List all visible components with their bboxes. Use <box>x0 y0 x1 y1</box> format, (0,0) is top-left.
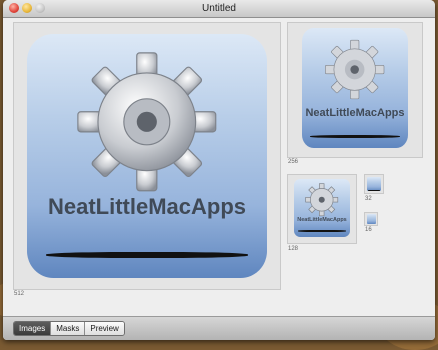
size-label-32: 32 <box>365 196 372 202</box>
tab-preview[interactable]: Preview <box>85 322 123 335</box>
app-window: Untitled <box>3 0 435 340</box>
drive-slot <box>298 230 345 231</box>
bottom-toolbar: Images Masks Preview <box>3 316 435 340</box>
drive-icon-512: NeatLittleMacApps <box>14 23 280 289</box>
drive-slot <box>310 135 400 138</box>
gear-icon <box>324 39 385 100</box>
title-bar[interactable]: Untitled <box>3 0 435 18</box>
gear-icon <box>75 50 219 194</box>
drive-icon-16 <box>366 214 376 224</box>
brand-label: NeatLittleMacApps <box>291 217 353 223</box>
view-mode-segmented-control: Images Masks Preview <box>13 321 125 336</box>
drive-icon-32 <box>366 176 382 192</box>
icon-well-128[interactable]: NeatLittleMacApps <box>287 174 357 244</box>
brand-label: NeatLittleMacApps <box>14 194 280 220</box>
drive-icon-256: NeatLittleMacApps <box>296 23 414 153</box>
icon-well-512[interactable]: NeatLittleMacApps <box>13 22 281 290</box>
drive-slot <box>46 252 248 258</box>
drive-body <box>367 214 376 223</box>
icon-well-256[interactable]: NeatLittleMacApps <box>287 22 423 158</box>
size-label-128: 128 <box>288 246 298 252</box>
gear-icon <box>305 183 338 216</box>
size-label-16: 16 <box>365 227 372 233</box>
brand-label: NeatLittleMacApps <box>296 107 414 119</box>
window-title: Untitled <box>3 3 435 14</box>
size-label-512: 512 <box>14 291 24 297</box>
tab-masks[interactable]: Masks <box>51 322 85 335</box>
size-label-256: 256 <box>288 159 298 165</box>
tab-images[interactable]: Images <box>14 322 51 335</box>
icon-canvas: NeatLittleMacApps 512 <box>3 18 435 316</box>
icon-well-32[interactable] <box>364 174 384 194</box>
icon-well-16[interactable] <box>364 212 378 226</box>
drive-icon-128: NeatLittleMacApps <box>291 177 353 239</box>
